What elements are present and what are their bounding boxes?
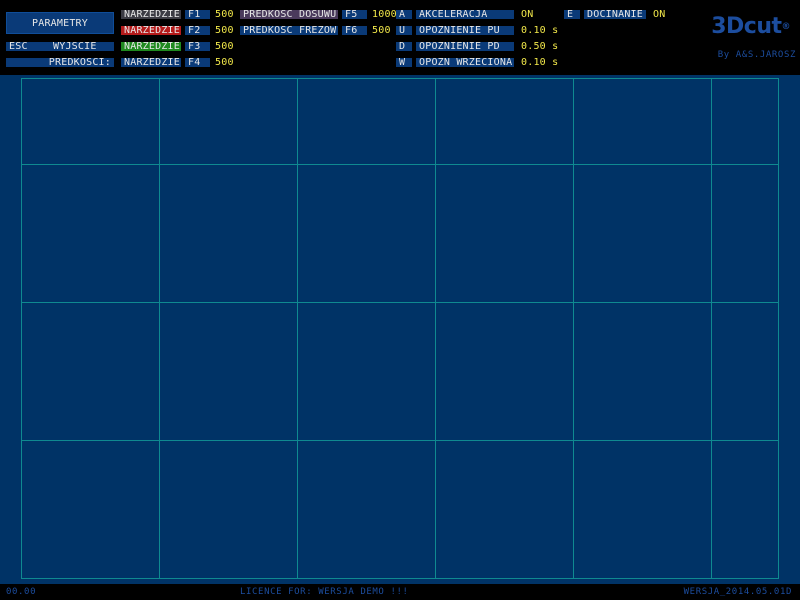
predkosc-frezow-key[interactable]: F6 <box>342 26 367 36</box>
esc-key[interactable]: ESC <box>6 42 46 52</box>
status-bar: 00.00 LICENCE FOR: WERSJA DEMO !!! WERSJ… <box>0 584 800 600</box>
predkosc-dosuwu-key[interactable]: F5 <box>342 10 367 20</box>
tool-f1-value: 500 <box>215 9 234 20</box>
tool-f1-label[interactable]: NARZEDZIE <box>121 10 181 20</box>
tool-f3-label[interactable]: NARZEDZIE <box>121 42 181 52</box>
tool-f2-key[interactable]: F2 <box>185 26 210 36</box>
option-u-key[interactable]: U <box>396 26 412 36</box>
tool-f2-label[interactable]: NARZEDZIE <box>121 26 181 36</box>
parametry-button[interactable]: PARAMETRY <box>6 12 114 34</box>
tool-f4-key[interactable]: F4 <box>185 58 210 68</box>
option-a-key[interactable]: A <box>396 10 412 20</box>
tool-f4-label[interactable]: NARZEDZIE <box>121 58 181 68</box>
logo-author: By A&S.JAROSZ <box>717 50 796 60</box>
opoznienie-pd-value: 0.50 s <box>521 41 559 52</box>
predkosc-frezow-label[interactable]: PREDKOSC FREZOW <box>240 26 338 36</box>
licence-text: LICENCE FOR: WERSJA DEMO !!! <box>240 587 409 597</box>
akceleracja-label[interactable]: AKCELERACJA <box>416 10 514 20</box>
opozn-wrzeciona-value: 0.10 s <box>521 57 559 68</box>
predkosci-label: PREDKOSCI: <box>6 58 114 68</box>
work-grid[interactable] <box>21 78 779 579</box>
cursor-coords: 00.00 <box>6 587 37 597</box>
wyjscie-button[interactable]: WYJSCIE <box>46 42 114 52</box>
akceleracja-value: ON <box>521 9 534 20</box>
tool-f1-key[interactable]: F1 <box>185 10 210 20</box>
app-logo: 3Dcut® <box>711 14 790 39</box>
opozn-wrzeciona-label[interactable]: OPOZN WRZECIONA <box>416 58 514 68</box>
opoznienie-pu-value: 0.10 s <box>521 25 559 36</box>
tool-f4-value: 500 <box>215 57 234 68</box>
tool-f3-key[interactable]: F3 <box>185 42 210 52</box>
tool-f3-value: 500 <box>215 41 234 52</box>
option-e-key[interactable]: E <box>564 10 580 20</box>
opoznienie-pu-label[interactable]: OPOZNIENIE PU <box>416 26 514 36</box>
predkosc-frezow-value: 500 <box>372 25 391 36</box>
tool-f2-value: 500 <box>215 25 234 36</box>
opoznienie-pd-label[interactable]: OPOZNIENIE PD <box>416 42 514 52</box>
version-text: WERSJA_2014.05.01D <box>683 587 792 597</box>
docinanie-label[interactable]: DOCINANIE <box>584 10 646 20</box>
docinanie-value: ON <box>653 9 666 20</box>
option-w-key[interactable]: W <box>396 58 412 68</box>
option-d-key[interactable]: D <box>396 42 412 52</box>
predkosc-dosuwu-label[interactable]: PREDKOSC DOSUWU <box>240 10 338 20</box>
